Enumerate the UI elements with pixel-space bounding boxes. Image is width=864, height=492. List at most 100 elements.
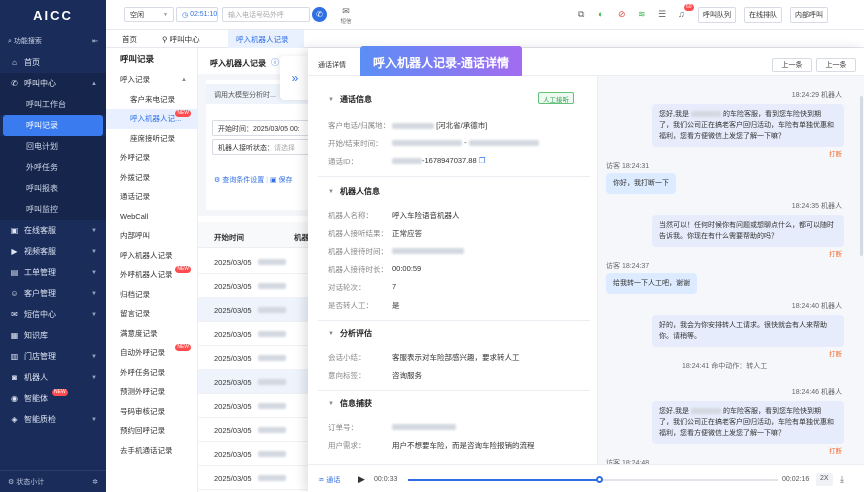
menu-item[interactable]: 呼入机器人记... NEW <box>106 109 197 129</box>
online-queue-button[interactable]: 在线排队 <box>744 7 782 23</box>
table-row[interactable]: 2025/03/05 <box>198 466 310 490</box>
menu-item[interactable]: 满意度记录 <box>106 324 197 344</box>
internal-call-button[interactable]: 内部呼叫 <box>790 7 828 23</box>
menu-item[interactable]: 留言记录 <box>106 304 197 324</box>
sidebar-status[interactable]: ⚙ 状态小计 ✲ <box>0 470 106 492</box>
sidebar-item-home[interactable]: ⌂ 首页 <box>0 52 106 73</box>
menu-item[interactable]: 预约回呼记录 <box>106 421 197 441</box>
menu-item[interactable]: 呼入机器人记录 <box>106 246 197 266</box>
menu-item[interactable]: 自动外呼记录 NEW <box>106 343 197 363</box>
menu-item[interactable]: 座席接听记录 <box>106 129 197 149</box>
table-row[interactable]: 2025/03/05 <box>198 298 310 322</box>
sidebar-item-ticket[interactable]: ▤ 工单管理 ▼ <box>0 262 106 283</box>
audio-progress <box>408 479 601 481</box>
settings-icon[interactable]: ✲ <box>92 478 98 486</box>
menu-item-label: 座席接听记录 <box>130 133 175 143</box>
bot-message-bubble: 您好,我是 的车险客服，看到您车险快到期 了，我们公司正在搞老客户回归活动，车险有单… <box>652 401 844 444</box>
chat-scrollbar[interactable] <box>860 96 863 256</box>
query-settings-link[interactable]: ⚙ 查询条件设置 | ▣ 保存 <box>214 175 293 185</box>
tab-call-center[interactable]: ⚲ 呼叫中心 <box>154 30 208 48</box>
sidebar-subitem-outbound-task[interactable]: 外呼任务 <box>0 157 106 178</box>
sidebar-item-quality[interactable]: ◈ 智能质检 ▼ <box>0 409 106 430</box>
copy-icon[interactable]: ❐ <box>479 156 486 165</box>
menu-item[interactable]: 呼入记录 ▲ <box>106 70 197 90</box>
speed-button[interactable]: 2X <box>816 473 833 486</box>
message-time: 访客 18:24:31 <box>606 163 650 170</box>
message-line: 好的，我会为你安排转人工请求。很快就会有人来帮助 <box>659 320 837 331</box>
menu-item[interactable]: 号码审核记录 <box>106 402 197 422</box>
tab-inbound-robot-records[interactable]: 呼入机器人记录 <box>228 30 304 48</box>
next-button[interactable]: 上一条 <box>816 58 856 72</box>
headset-icon[interactable]: ◐ <box>598 9 603 19</box>
section-robot-info[interactable]: ▼ 机器人信息 <box>328 186 380 197</box>
function-search[interactable]: ⌕ 功能搜索 ⇤ <box>0 30 106 52</box>
start-time-filter[interactable]: 开始时间：2025/03/05 00: <box>212 120 310 136</box>
sidebar-subitem-call-report[interactable]: 呼叫报表 <box>0 178 106 199</box>
table-row[interactable]: 2025/03/05 <box>198 322 310 346</box>
sidebar-subitem-workbench[interactable]: 呼叫工作台 <box>0 94 106 115</box>
interrupt-tag: 打断 <box>829 351 842 358</box>
masked-time <box>258 259 286 265</box>
download-icon[interactable]: ⤓ <box>840 474 844 485</box>
section-capture[interactable]: ▼ 信息捕获 <box>328 398 372 409</box>
menu-item[interactable]: 外呼机器人记录 NEW <box>106 265 197 285</box>
section-analysis[interactable]: ▼ 分析评估 <box>328 328 372 339</box>
info-icon[interactable]: ⓘ <box>271 57 279 68</box>
dial-button[interactable]: ✆ <box>312 7 327 22</box>
menu-icon[interactable]: ☰ <box>658 9 666 20</box>
sidebar-item-robot[interactable]: ◙ 机器人 ▼ <box>0 367 106 388</box>
menu-item[interactable]: 内部呼叫 <box>106 226 197 246</box>
phone-input[interactable]: 输入电话号码外呼 <box>222 7 310 22</box>
table-row[interactable]: 2025/03/05 <box>198 442 310 466</box>
menu-item[interactable]: 归档记录 <box>106 285 197 305</box>
table-row[interactable]: 2025/03/05 <box>198 394 310 418</box>
sms-button[interactable]: ✉ <box>338 6 354 17</box>
table-row[interactable]: 2025/03/05 <box>198 250 310 274</box>
sidebar-item-agent[interactable]: ◉ 智能体 NEW <box>0 388 106 409</box>
status-select[interactable]: 空闲 ▼ <box>124 7 174 22</box>
sidebar-item-online-service[interactable]: ▣ 在线客服 ▼ <box>0 220 106 241</box>
mute-icon[interactable]: ⊘ <box>618 9 626 20</box>
agent-icon: ◉ <box>11 394 18 403</box>
wifi-icon[interactable]: ≋ <box>638 9 646 20</box>
sidebar-subitem-callback-plan[interactable]: 回电计划 <box>0 136 106 157</box>
prev-button[interactable]: 上一条 <box>772 58 812 72</box>
menu-item[interactable]: 通话记录 <box>106 187 197 207</box>
menu-item[interactable]: 外呼任务记录 <box>106 363 197 383</box>
menu-item[interactable]: 外拨记录 <box>106 168 197 188</box>
table-row[interactable]: 2025/03/05 <box>198 418 310 442</box>
menu-item[interactable]: 外呼记录 <box>106 148 197 168</box>
sidebar-item-customer[interactable]: ☺ 客户管理 ▼ <box>0 283 106 304</box>
sidebar-item-call-center[interactable]: ✆ 呼叫中心 ▲ <box>0 73 106 94</box>
play-button[interactable]: ▶ <box>358 474 365 485</box>
call-queue-button[interactable]: 呼叫队列 <box>698 7 736 23</box>
row-start-time: 2025/03/05 <box>214 330 252 339</box>
menu-item[interactable]: 预测外呼记录 <box>106 382 197 402</box>
menu-item[interactable]: WebCall <box>106 207 197 227</box>
sidebar-subitem-call-records[interactable]: 呼叫记录 <box>3 115 103 136</box>
tab-home[interactable]: 首页 <box>114 30 145 48</box>
section-call-info[interactable]: ▼ 通话信息 <box>328 94 372 105</box>
expand-toggle[interactable]: » <box>280 56 310 100</box>
menu-item-label: 呼入记录 <box>120 75 150 85</box>
drawer-tab-detail[interactable]: 通话详情 <box>318 60 346 70</box>
table-row[interactable]: 2025/03/05 <box>198 346 310 370</box>
table-row[interactable]: 2025/03/05 <box>198 274 310 298</box>
menu-item[interactable]: 客户来电记录 <box>106 90 197 110</box>
sidebar-subitem-call-monitor[interactable]: 呼叫监控 <box>0 199 106 220</box>
video-icon: ▶ <box>11 247 18 256</box>
sidebar-item-sms[interactable]: ✉ 短信中心 ▼ <box>0 304 106 325</box>
sidebar-item-video-service[interactable]: ▶ 视频客服 ▼ <box>0 241 106 262</box>
table-row[interactable]: 2025/03/05 <box>198 370 310 394</box>
robot-duration-value: 00:00:59 <box>392 264 422 273</box>
menu-item[interactable]: 去手机通话记录 <box>106 441 197 461</box>
call-id-label: 通话ID： <box>328 157 358 166</box>
bell-icon[interactable]: ♫ <box>678 9 685 19</box>
screen-icon[interactable]: ⧉ <box>578 9 584 20</box>
robot-state-filter[interactable]: 机器人接听状态：请选择 <box>212 139 310 155</box>
collapse-icon[interactable]: ⇤ <box>92 37 98 45</box>
chevron-up-icon: ▲ <box>91 80 97 87</box>
sidebar-item-knowledge[interactable]: ▦ 知识库 <box>0 325 106 346</box>
audio-scrubber[interactable] <box>596 476 604 483</box>
sidebar-item-store[interactable]: ▥ 门店管理 ▼ <box>0 346 106 367</box>
